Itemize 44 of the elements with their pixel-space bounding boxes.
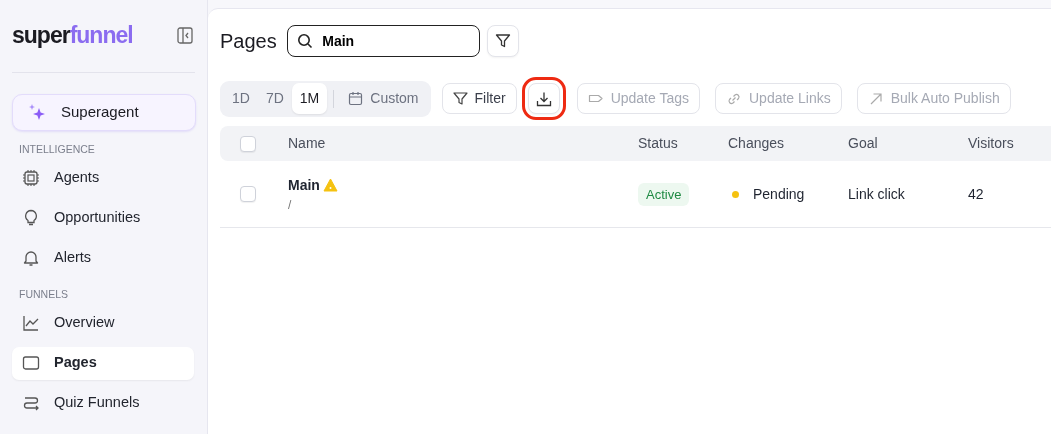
checkbox[interactable]: [240, 186, 256, 202]
table-cell: Link click: [848, 185, 905, 202]
superagent-button[interactable]: Superagent: [12, 94, 196, 131]
sidebar-item[interactable]: Quiz Funnels: [12, 386, 194, 420]
range-tab[interactable]: 7D: [257, 83, 292, 114]
table-cell-text: Pending: [753, 184, 805, 204]
table-cell: 42: [968, 185, 984, 202]
page-path: /: [288, 196, 293, 214]
sidebar-item[interactable]: Pages: [12, 346, 194, 380]
column-header: Changes: [728, 135, 785, 151]
section-heading: INTELLIGENCE: [18, 142, 96, 157]
column-header: Status: [638, 135, 678, 151]
line-chart-icon: [22, 314, 40, 332]
range-tab[interactable]: 1D: [224, 83, 258, 114]
sidebar-item[interactable]: Alerts: [12, 241, 194, 275]
column-header: Goal: [848, 135, 878, 151]
page-name[interactable]: Main: [288, 174, 320, 196]
chip-icon: [22, 169, 40, 188]
custom-range-button[interactable]: Custom: [340, 83, 427, 114]
route-icon: [22, 394, 40, 412]
window-icon: [22, 354, 40, 372]
column-header: Visitors: [968, 135, 1014, 151]
calendar-icon: [348, 91, 364, 106]
logo: superfunnel: [12, 23, 133, 47]
range-tab[interactable]: 1M: [291, 83, 328, 114]
column-header: Name: [288, 135, 326, 151]
collapse-sidebar-icon[interactable]: [177, 26, 193, 44]
filter-button[interactable]: [487, 25, 520, 57]
filter-icon: [495, 33, 512, 49]
filter-icon: [452, 91, 468, 106]
search-field[interactable]: Main: [287, 25, 481, 57]
sidebar-item[interactable]: Opportunities: [12, 201, 194, 235]
status-badge: Active: [638, 182, 690, 206]
sidebar-item[interactable]: Agents: [12, 161, 194, 195]
filter-button[interactable]: Filter: [441, 83, 517, 114]
search-icon: [297, 33, 314, 49]
bell-icon: [22, 249, 40, 268]
page-title: Pages: [220, 29, 277, 54]
sidebar-item[interactable]: Overview: [12, 306, 194, 340]
lightbulb-icon: [22, 209, 40, 228]
download-icon: [535, 90, 552, 107]
section-heading: FUNNELS: [18, 286, 69, 302]
checkbox[interactable]: [240, 135, 256, 152]
status-dot: [732, 190, 739, 198]
